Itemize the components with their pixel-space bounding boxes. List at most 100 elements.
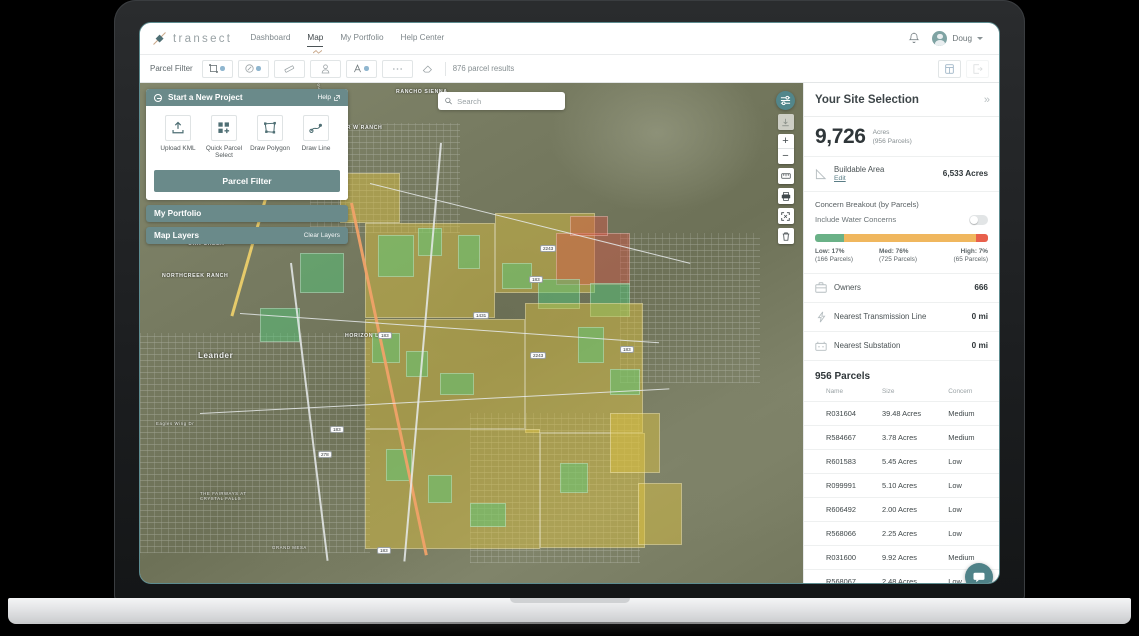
tool-draw-polygon[interactable]: Draw Polygon bbox=[248, 115, 292, 160]
clear-filters-button[interactable] bbox=[418, 60, 438, 78]
transect-logo-icon bbox=[152, 31, 167, 46]
upload-icon-box bbox=[165, 115, 191, 141]
parcel-overlay[interactable] bbox=[458, 235, 480, 269]
filter-zoning-button[interactable] bbox=[346, 60, 377, 78]
parcel-overlay[interactable] bbox=[638, 483, 682, 545]
map-layers-title: Map Layers bbox=[154, 231, 199, 240]
concern-legend-med-sub: (725 Parcels) bbox=[879, 256, 917, 263]
export-icon bbox=[973, 64, 983, 74]
tool-label: Upload KML bbox=[160, 145, 195, 152]
nav-link-help-center[interactable]: Help Center bbox=[401, 33, 445, 44]
zoom-out-button[interactable]: − bbox=[778, 149, 794, 164]
map-side-panels: Start a New Project Help bbox=[146, 89, 348, 244]
parcel-overlay[interactable] bbox=[406, 351, 428, 377]
filter-owner-button[interactable] bbox=[310, 60, 341, 78]
tool-draw-line[interactable]: Draw Line bbox=[294, 115, 338, 160]
filter-parcel-shape-button[interactable] bbox=[202, 60, 233, 78]
include-water-concerns-toggle[interactable] bbox=[969, 215, 988, 225]
my-portfolio-panel-bar[interactable]: My Portfolio bbox=[146, 205, 348, 222]
search-input[interactable] bbox=[457, 97, 558, 106]
parcel-filter-cta-button[interactable]: Parcel Filter bbox=[154, 170, 340, 192]
zoning-letter-icon bbox=[353, 64, 362, 73]
parcel-overlay[interactable] bbox=[610, 413, 660, 473]
start-new-project-header[interactable]: Start a New Project Help bbox=[146, 89, 348, 106]
chat-icon bbox=[972, 570, 986, 584]
parcel-concern: Low bbox=[948, 497, 999, 521]
parcel-size: 2.25 Acres bbox=[882, 521, 948, 545]
parcel-overlay[interactable] bbox=[556, 233, 630, 285]
fullscreen-icon bbox=[781, 212, 790, 221]
parcels-table-header-row: Name Size Concern bbox=[804, 388, 999, 402]
concern-legend-high-sub: (65 Parcels) bbox=[954, 256, 988, 263]
upload-icon bbox=[171, 121, 185, 135]
save-selection-button[interactable] bbox=[938, 60, 961, 78]
parcel-overlay[interactable] bbox=[260, 308, 300, 342]
table-row[interactable]: R099991 5.10 Acres Low bbox=[804, 473, 999, 497]
owners-value: 666 bbox=[974, 283, 988, 292]
clear-layers-link[interactable]: Clear Layers bbox=[304, 232, 340, 239]
export-selection-button[interactable] bbox=[966, 60, 989, 78]
parcel-name: R031600 bbox=[804, 545, 882, 569]
filter-active-dot bbox=[364, 66, 369, 71]
parcel-overlay[interactable] bbox=[470, 503, 506, 527]
brand-logo[interactable]: transect bbox=[152, 31, 232, 46]
filter-boundary-button[interactable] bbox=[238, 60, 269, 78]
concern-legend: Low: 17% (166 Parcels) Med: 76% (725 Par… bbox=[815, 248, 988, 264]
urban-texture bbox=[140, 333, 370, 553]
concern-legend-low-sub: (166 Parcels) bbox=[815, 256, 853, 263]
notifications-bell-icon[interactable] bbox=[908, 32, 920, 45]
tool-quick-parcel-select[interactable]: Quick Parcel Select bbox=[202, 115, 246, 160]
tool-upload-kml[interactable]: Upload KML bbox=[156, 115, 200, 160]
filter-measure-button[interactable] bbox=[274, 60, 305, 78]
map-download-button[interactable] bbox=[778, 114, 794, 130]
parcel-overlay[interactable] bbox=[578, 327, 604, 363]
map-delete-button[interactable] bbox=[778, 228, 794, 244]
parcel-overlay[interactable] bbox=[502, 263, 532, 289]
filter-more-button[interactable] bbox=[382, 60, 413, 78]
route-shield: 183 bbox=[378, 332, 392, 339]
parcel-overlay[interactable] bbox=[570, 216, 608, 236]
quick-select-icon-box bbox=[211, 115, 237, 141]
my-portfolio-title: My Portfolio bbox=[154, 209, 201, 218]
map-fullscreen-button[interactable] bbox=[778, 208, 794, 224]
table-row[interactable]: R031604 39.48 Acres Medium bbox=[804, 401, 999, 425]
nav-link-map[interactable]: Map bbox=[307, 33, 323, 44]
parcel-overlay[interactable] bbox=[365, 429, 540, 549]
parcel-results-count: 876 parcel results bbox=[453, 64, 515, 73]
site-selection-panel: Your Site Selection » 9,726 Acres (956 P… bbox=[803, 83, 999, 583]
line-icon-box bbox=[303, 115, 329, 141]
parcel-overlay[interactable] bbox=[440, 373, 474, 395]
chat-support-button[interactable] bbox=[965, 563, 993, 584]
acres-unit-label: Acres bbox=[873, 129, 912, 137]
help-link-label[interactable]: Help bbox=[317, 94, 331, 101]
map-label: Eagles Wing Dr bbox=[156, 421, 194, 426]
map-search-box[interactable] bbox=[438, 92, 565, 110]
map-measure-button[interactable] bbox=[778, 168, 794, 184]
zoom-in-button[interactable]: + bbox=[778, 134, 794, 149]
table-row[interactable]: R601583 5.45 Acres Low bbox=[804, 449, 999, 473]
table-row[interactable]: R568066 2.25 Acres Low bbox=[804, 521, 999, 545]
concern-segment-high bbox=[976, 234, 988, 242]
map-label: Leander bbox=[198, 351, 233, 360]
map-filter-button[interactable] bbox=[776, 91, 795, 110]
parcel-overlay[interactable] bbox=[378, 235, 414, 277]
parcel-overlay[interactable] bbox=[340, 173, 400, 223]
parcel-name: R584667 bbox=[804, 425, 882, 449]
table-row[interactable]: R606492 2.00 Acres Low bbox=[804, 497, 999, 521]
collapse-panel-button[interactable]: » bbox=[984, 94, 988, 106]
parcel-overlay[interactable] bbox=[428, 475, 452, 503]
buildable-area-edit-link[interactable]: Edit bbox=[834, 174, 884, 183]
map-layers-panel-bar[interactable]: Map Layers Clear Layers bbox=[146, 227, 348, 244]
concern-distribution-bar bbox=[815, 234, 988, 242]
nav-link-my-portfolio[interactable]: My Portfolio bbox=[340, 33, 383, 44]
map-print-button[interactable] bbox=[778, 188, 794, 204]
parcel-overlay[interactable] bbox=[560, 463, 588, 493]
map-viewport[interactable]: RANCHO SIENNA BAR W RANCH NORTHCREEK RAN… bbox=[140, 83, 803, 583]
nav-link-dashboard[interactable]: Dashboard bbox=[250, 33, 290, 44]
user-menu[interactable]: Doug bbox=[932, 31, 983, 46]
parcel-overlay[interactable] bbox=[300, 253, 344, 293]
parcels-count-note: (956 Parcels) bbox=[873, 138, 912, 146]
primary-nav: Dashboard Map My Portfolio Help Center bbox=[250, 33, 444, 44]
concern-legend-med-label: Med: 76% bbox=[879, 248, 945, 256]
table-row[interactable]: R584667 3.78 Acres Medium bbox=[804, 425, 999, 449]
